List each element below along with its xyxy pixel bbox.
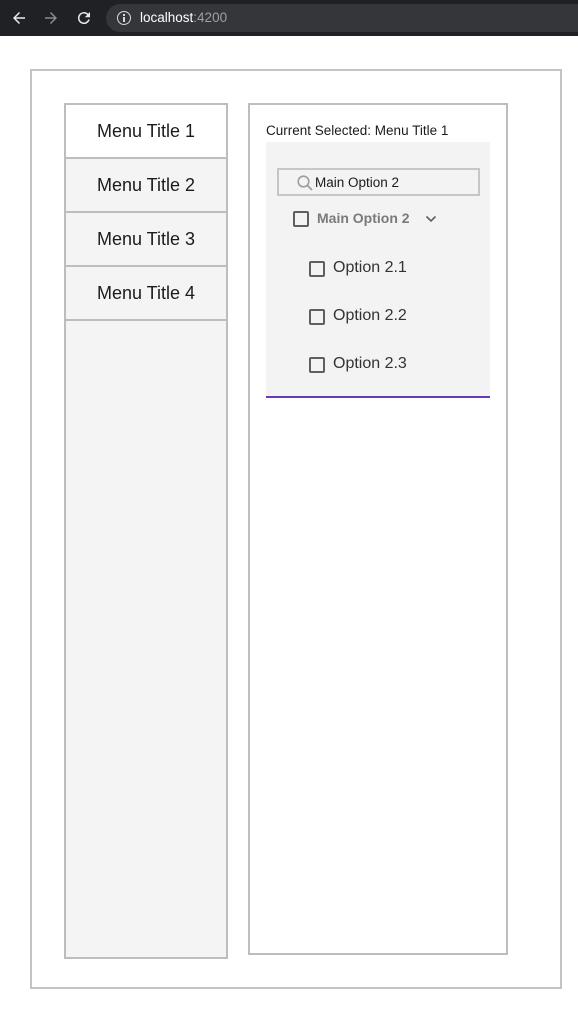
option-row-2-3[interactable]: Option 2.3 [266, 352, 490, 378]
url-host: localhost [140, 10, 194, 25]
menu-item-label: Menu Title 3 [96, 228, 196, 249]
option-checkbox[interactable] [309, 357, 325, 373]
forward-arrow-icon[interactable] [41, 8, 61, 28]
menu-item-label: Menu Title 4 [96, 282, 196, 303]
menu-item-4[interactable]: Menu Title 4 [66, 267, 226, 321]
option-label: Option 2.2 [333, 307, 407, 324]
menu-item-label: Menu Title 2 [96, 174, 196, 195]
current-selected-text: Current Selected: Menu Title 1 [266, 123, 449, 138]
url-port: :4200 [193, 10, 228, 25]
back-arrow-icon[interactable] [9, 8, 29, 28]
option-label: Option 2.1 [333, 259, 407, 276]
option-group-main-option-2[interactable]: Main Option 2 [266, 206, 490, 232]
address-bar[interactable]: localhost:4200 [106, 4, 578, 32]
tree-select-dropdown: Main Option 2 Option 2.1 Option 2.2 Opti… [266, 142, 490, 398]
reload-icon[interactable] [74, 8, 94, 28]
menu-item-label: Menu Title 1 [96, 120, 196, 141]
option-checkbox[interactable] [309, 309, 325, 325]
option-label: Option 2.3 [333, 355, 407, 372]
search-box[interactable] [277, 168, 480, 196]
group-checkbox[interactable] [293, 211, 309, 227]
menu-item-2[interactable]: Menu Title 2 [66, 159, 226, 213]
group-label: Main Option 2 [317, 210, 410, 226]
menu-item-3[interactable]: Menu Title 3 [66, 213, 226, 267]
browser-toolbar: localhost:4200 [0, 0, 578, 36]
search-icon [296, 174, 314, 192]
content-panel: Current Selected: Menu Title 1 Main Opti… [248, 103, 508, 955]
option-row-2-2[interactable]: Option 2.2 [266, 304, 490, 330]
url-text: localhost:4200 [140, 10, 227, 26]
info-icon[interactable] [117, 11, 131, 25]
menu-item-1[interactable]: Menu Title 1 [66, 105, 226, 159]
chevron-down-icon[interactable] [424, 212, 438, 226]
option-row-2-1[interactable]: Option 2.1 [266, 256, 490, 282]
sidebar-menu: Menu Title 1 Menu Title 2 Menu Title 3 M… [64, 103, 228, 959]
search-input[interactable] [315, 172, 475, 192]
option-checkbox[interactable] [309, 261, 325, 277]
